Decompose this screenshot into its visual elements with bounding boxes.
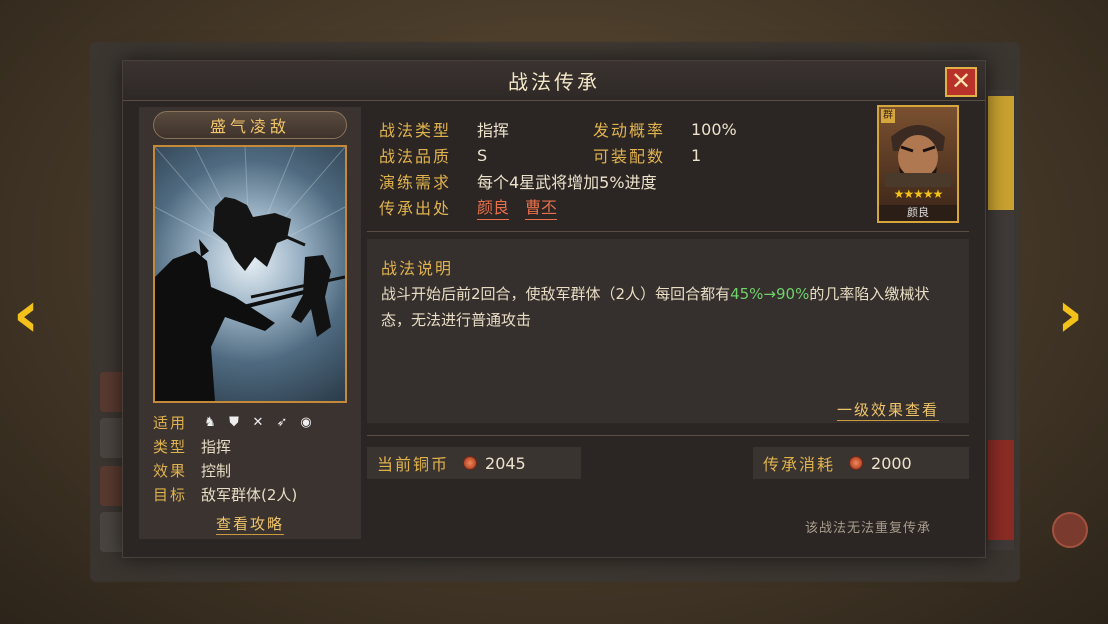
- inherit-source-hero[interactable]: 曹丕: [525, 194, 558, 220]
- level-one-effect-link[interactable]: 一级效果查看: [837, 399, 940, 421]
- target-value: 敌军群体(2人): [201, 485, 298, 504]
- effect-value: 控制: [201, 461, 232, 480]
- skill-type-value: 指挥: [477, 121, 510, 140]
- skill-type-row: 战法类型 指挥: [379, 117, 509, 141]
- siege-icon: ◉: [300, 414, 312, 430]
- applicable-row: 适用 ♞ ⛊ ✕ ➶ ◉: [153, 411, 321, 433]
- shield-icon: ⛊: [229, 414, 239, 430]
- inherit-cost-value: 2000: [871, 453, 912, 473]
- background-side-tab: [988, 440, 1014, 540]
- inherit-note: 该战法无法重复传承: [805, 521, 932, 536]
- skill-quality-label: 战法品质: [379, 147, 452, 166]
- effect-row: 效果 控制: [153, 459, 231, 481]
- hero-portrait: [885, 125, 951, 187]
- training-requirement-row: 演练需求 每个4星武将增加5%进度: [379, 169, 657, 193]
- skill-artwork: [153, 145, 347, 403]
- skill-card-panel: 盛气凌敌 适用 ♞ ⛊ ✕ ➶ ◉ 类型 指挥 效果 控制 目标 敌军群体(2人…: [139, 107, 361, 539]
- divider: [367, 435, 969, 436]
- current-copper-value: 2045: [485, 453, 526, 473]
- description-highlight: 45%→90%: [730, 285, 810, 303]
- inherit-source-row: 传承出处 颜良 曹丕: [379, 194, 573, 220]
- current-copper-box: 当前铜币 2045: [367, 447, 581, 479]
- applicable-label: 适用: [153, 413, 188, 432]
- archer-icon: ✕: [252, 414, 264, 430]
- dialog-title: 战法传承: [508, 70, 600, 94]
- background-round-button: [1052, 512, 1088, 548]
- view-guide-label: 查看攻略: [215, 515, 284, 535]
- background-side-tab: [988, 96, 1014, 210]
- type-value: 指挥: [201, 437, 232, 456]
- skill-quality-row: 战法品质 S: [379, 143, 487, 167]
- hero-name: 颜良: [879, 205, 957, 221]
- inherit-cost-box: 传承消耗 2000: [753, 447, 969, 479]
- equip-count-value: 1: [691, 145, 702, 165]
- previous-arrow-icon[interactable]: ‹: [6, 280, 46, 350]
- skill-description-box: 战法说明 战斗开始后前2回合，使敌军群体（2人）每回合都有45%→90%的几率陷…: [367, 239, 969, 423]
- spear-icon: ➶: [276, 414, 288, 430]
- description-text-part: 战斗开始后前2回合，使敌军群体（2人）每回合都有: [381, 285, 731, 303]
- description-text: 战斗开始后前2回合，使敌军群体（2人）每回合都有45%→90%的几率陷入缴械状态…: [381, 281, 953, 333]
- current-copper-label: 当前铜币: [377, 455, 450, 474]
- inherit-cost-label: 传承消耗: [763, 455, 836, 474]
- copper-coin-icon: [463, 456, 478, 470]
- close-button[interactable]: ✕: [945, 67, 977, 97]
- description-title: 战法说明: [381, 259, 454, 278]
- close-icon: ✕: [950, 67, 972, 95]
- training-requirement-value: 每个4星武将增加5%进度: [477, 173, 657, 192]
- type-label: 类型: [153, 437, 188, 456]
- divider: [367, 231, 969, 232]
- trigger-rate-label: 发动概率: [593, 121, 666, 140]
- skill-inherit-dialog: 战法传承 ✕ 盛气凌敌 适用 ♞ ⛊ ✕ ➶ ◉ 类型 指挥 效果 控制 目标 …: [122, 60, 986, 558]
- equip-count-label: 可装配数: [593, 147, 666, 166]
- hero-portrait-card[interactable]: 群 ★★★★★ 颜良: [877, 105, 959, 223]
- hero-faction-tag: 群: [881, 109, 895, 123]
- next-arrow-icon[interactable]: ›: [1050, 280, 1090, 350]
- equip-count-row: 可装配数 1: [593, 143, 701, 167]
- type-row: 类型 指挥: [153, 435, 231, 457]
- target-row: 目标 敌军群体(2人): [153, 483, 297, 505]
- skill-quality-value: S: [477, 145, 488, 165]
- training-requirement-label: 演练需求: [379, 173, 452, 192]
- view-guide-link[interactable]: 查看攻略: [139, 513, 361, 535]
- hero-star-rating: ★★★★★: [893, 187, 944, 201]
- skill-name: 盛气凌敌: [153, 111, 347, 139]
- effect-label: 效果: [153, 461, 188, 480]
- trigger-rate-row: 发动概率 100%: [593, 117, 737, 141]
- skill-type-label: 战法类型: [379, 121, 452, 140]
- inherit-source-label: 传承出处: [379, 199, 452, 218]
- trigger-rate-value: 100%: [691, 119, 737, 139]
- cavalry-icon: ♞: [204, 414, 216, 430]
- target-label: 目标: [153, 485, 188, 504]
- inherit-source-hero[interactable]: 颜良: [477, 194, 510, 220]
- title-bar: 战法传承: [123, 61, 985, 101]
- copper-coin-icon: [849, 456, 864, 470]
